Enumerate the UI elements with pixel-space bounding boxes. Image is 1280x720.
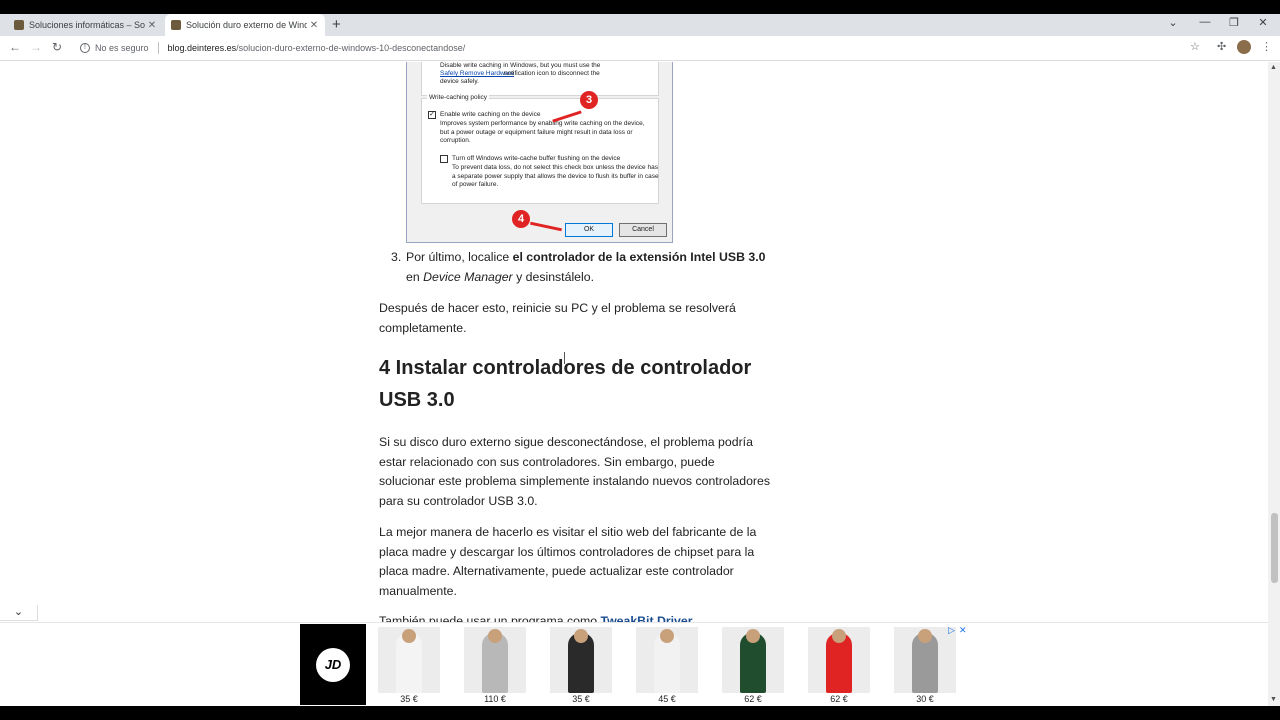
safely-remove-link: Safely Remove Hardware: [440, 70, 515, 77]
paragraph: Después de hacer esto, reinicie su PC y …: [379, 301, 736, 335]
tab-strip: Soluciones informáticas – Solucio ✕ Solu…: [0, 14, 1280, 36]
address-bar[interactable]: ! No es seguro blog.deinteres.es/solucio…: [76, 38, 1206, 58]
product-price: 35 €: [572, 694, 590, 704]
option-label: Turn off Windows write-cache buffer flus…: [452, 155, 621, 162]
product-price: 62 €: [830, 694, 848, 704]
badge-4: 4: [512, 210, 530, 228]
star-icon[interactable]: ☆: [1190, 40, 1200, 53]
product-image: [636, 627, 698, 693]
option-desc: To prevent data loss, do not select this…: [452, 164, 659, 188]
product-price: 110 €: [484, 694, 506, 704]
step-italic: Device Manager: [423, 269, 513, 284]
cancel-button: Cancel: [619, 223, 667, 237]
product-image: [550, 627, 612, 693]
badge-3: 3: [580, 91, 598, 109]
ad-product[interactable]: 62 €: [808, 627, 870, 705]
ad-product[interactable]: 45 €: [636, 627, 698, 705]
policy-text: notification icon to disconnect the: [504, 70, 600, 77]
ad-product[interactable]: 62 €: [722, 627, 784, 705]
restore-icon[interactable]: ❐: [1219, 16, 1249, 29]
tab-soluciones[interactable]: Soluciones informáticas – Solucio ✕: [8, 14, 163, 36]
ad-product[interactable]: 30 €: [894, 627, 956, 705]
write-caching-group: Write-caching policy ✓ Enable write cach…: [421, 94, 659, 204]
step-bold: el controlador de la extensión Intel USB…: [512, 250, 766, 264]
paragraph: La mejor manera de hacerlo es visitar el…: [379, 525, 757, 598]
option-label: Enable write caching on the device: [440, 111, 541, 118]
removal-policy-box: Disable write caching in Windows, but yo…: [421, 62, 659, 96]
product-image: [722, 627, 784, 693]
page-content: Disable write caching in Windows, but yo…: [0, 62, 1268, 706]
ad-product[interactable]: 110 €: [464, 627, 526, 705]
window-close-icon[interactable]: ✕: [1248, 16, 1278, 29]
step-text: Por último, localice: [406, 250, 513, 264]
jd-logo-mark: JD: [316, 648, 350, 682]
favicon-icon: [171, 20, 181, 30]
url-path: /solucion-duro-externo-de-windows-10-des…: [236, 43, 466, 53]
product-price: 62 €: [744, 694, 762, 704]
address-separator: [157, 42, 159, 54]
close-icon[interactable]: ✕: [145, 20, 159, 31]
section-heading: 4 Instalar controladores de controlador …: [379, 357, 752, 411]
dialog-screenshot: Disable write caching in Windows, but yo…: [406, 62, 673, 243]
forward-icon[interactable]: →: [30, 40, 42, 54]
warning-icon[interactable]: !: [80, 43, 90, 53]
tab-title: Solución duro externo de Windo: [186, 20, 307, 30]
security-label[interactable]: No es seguro: [95, 43, 149, 53]
checkbox-checked: ✓: [428, 111, 436, 119]
menu-icon[interactable]: ⋮: [1261, 40, 1272, 53]
new-tab-button[interactable]: +: [332, 16, 341, 33]
ad-product[interactable]: 35 €: [378, 627, 440, 705]
product-image: [464, 627, 526, 693]
tab-title: Soluciones informáticas – Solucio: [29, 20, 145, 30]
ad-product[interactable]: 35 €: [550, 627, 612, 705]
product-image: [378, 627, 440, 693]
chevron-down-icon[interactable]: ⌄: [0, 605, 38, 621]
scrollbar[interactable]: ▲ ▼: [1268, 62, 1280, 706]
product-price: 30 €: [916, 694, 934, 704]
ad-banner[interactable]: JD 35 € 110 € 35 € 45 € 62 € 62 € 30 € ▷…: [0, 622, 1268, 706]
product-price: 45 €: [658, 694, 676, 704]
paragraph: Si su disco duro externo sigue desconect…: [379, 435, 770, 508]
product-image: [894, 627, 956, 693]
text-cursor: [564, 352, 565, 364]
url-host: blog.deinteres.es: [167, 43, 237, 53]
ad-close-icon[interactable]: ✕: [959, 625, 967, 636]
bottom-bar: [0, 706, 1280, 720]
ok-button: OK: [565, 223, 613, 237]
extensions-icon[interactable]: ✣: [1217, 40, 1226, 53]
jd-logo[interactable]: JD: [300, 624, 366, 705]
checkbox-unchecked: [440, 155, 448, 163]
step-text: en: [406, 269, 424, 284]
reload-icon[interactable]: ↻: [52, 40, 62, 54]
step-3-text: Por último, localice el controlador de l…: [406, 248, 766, 287]
policy-text: Disable write caching in Windows, but yo…: [440, 62, 601, 69]
toolbar: ← → ↻ ! No es seguro blog.deinteres.es/s…: [0, 36, 1280, 61]
step-text: y desinstálelo.: [512, 269, 594, 284]
policy-text: device safely.: [440, 78, 479, 85]
scrollbar-thumb[interactable]: [1271, 513, 1278, 583]
avatar[interactable]: [1237, 40, 1251, 54]
scroll-up-icon[interactable]: ▲: [1270, 64, 1277, 71]
close-icon[interactable]: ✕: [307, 20, 321, 31]
tab-solucion-duro[interactable]: Solución duro externo de Windo ✕: [165, 14, 325, 36]
browser-window: Soluciones informáticas – Solucio ✕ Solu…: [0, 14, 1280, 706]
product-price: 35 €: [400, 694, 418, 704]
tab-search-icon[interactable]: ⌄: [1158, 16, 1188, 29]
minimize-icon[interactable]: —: [1190, 16, 1220, 28]
option-desc: Improves system performance by enabling …: [440, 120, 645, 144]
product-image: [808, 627, 870, 693]
favicon-icon: [14, 20, 24, 30]
back-icon[interactable]: ←: [9, 40, 21, 54]
group-label: Write-caching policy: [427, 94, 490, 101]
adchoices-icon[interactable]: ▷: [948, 625, 955, 636]
scroll-down-icon[interactable]: ▼: [1270, 696, 1277, 703]
